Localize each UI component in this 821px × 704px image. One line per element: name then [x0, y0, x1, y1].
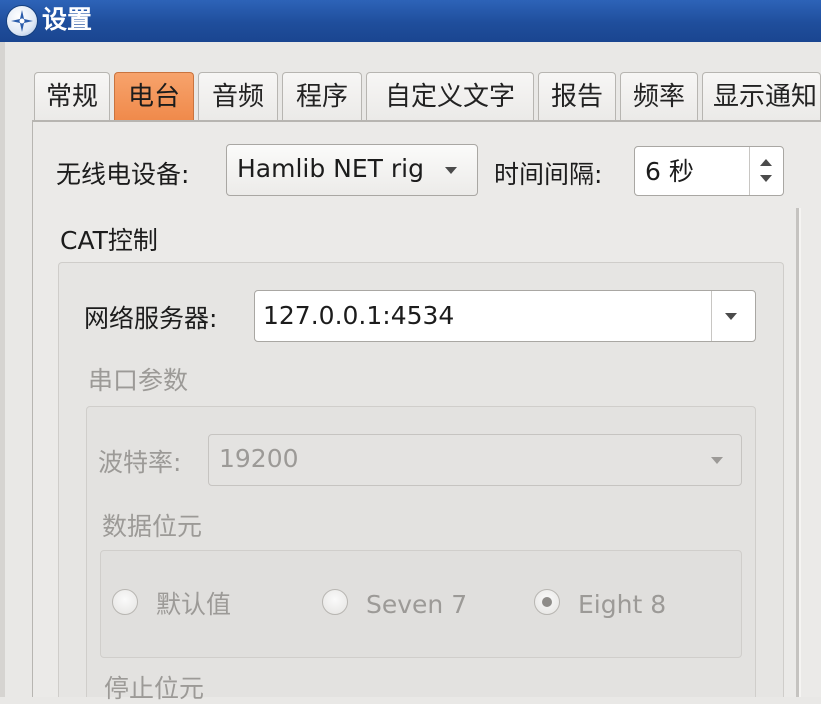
radio-seven[interactable]	[322, 589, 348, 615]
cat-control-title: CAT控制	[60, 226, 158, 255]
tab-notifications[interactable]: 显示通知	[702, 72, 821, 120]
tab-audio[interactable]: 音频	[198, 72, 278, 120]
data-bits-title: 数据位元	[102, 512, 203, 541]
combo-separator	[711, 291, 712, 341]
radio-device-select[interactable]: Hamlib NET rig	[226, 144, 478, 196]
arrow-down-icon[interactable]	[760, 175, 772, 182]
stop-bits-title: 停止位元	[104, 674, 205, 703]
scroll-area-divider-highlight	[799, 208, 801, 697]
tab-custom-text[interactable]: 自定义文字	[366, 72, 534, 120]
radio-eight-label: Eight 8	[578, 590, 667, 619]
chevron-down-icon	[711, 457, 723, 464]
chevron-down-icon[interactable]	[725, 313, 737, 320]
window-title: 设置	[42, 5, 93, 34]
radio-selected-dot	[542, 597, 552, 607]
tab-report[interactable]: 报告	[538, 72, 616, 120]
baud-rate-select[interactable]: 19200	[208, 434, 742, 486]
title-bar	[0, 0, 821, 42]
baud-rate-label: 波特率:	[98, 448, 182, 477]
serial-params-title: 串口参数	[88, 366, 189, 395]
radio-device-label: 无线电设备:	[56, 160, 190, 189]
arrow-up-icon[interactable]	[760, 159, 772, 166]
network-server-combo[interactable]: 127.0.0.1:4534	[254, 290, 756, 342]
tab-general[interactable]: 常规	[34, 72, 110, 120]
interval-value: 6 秒	[645, 157, 694, 186]
compass-icon	[6, 5, 38, 37]
tab-frequency[interactable]: 频率	[620, 72, 698, 120]
radio-seven-label: Seven 7	[366, 590, 468, 619]
interval-spinbox[interactable]: 6 秒	[634, 146, 784, 196]
interval-stepper[interactable]	[749, 147, 783, 195]
radio-default-label: 默认值	[156, 590, 232, 619]
radio-eight[interactable]	[534, 589, 560, 615]
network-server-value: 127.0.0.1:4534	[263, 301, 455, 330]
radio-device-value: Hamlib NET rig	[237, 154, 424, 183]
chevron-down-icon	[445, 167, 457, 174]
tab-radio[interactable]: 电台	[114, 72, 194, 120]
radio-default[interactable]	[112, 589, 138, 615]
baud-rate-value: 19200	[219, 444, 299, 473]
window-frame	[0, 42, 5, 697]
network-server-label: 网络服务器:	[84, 304, 218, 333]
interval-label: 时间间隔:	[494, 160, 603, 189]
tab-program[interactable]: 程序	[282, 72, 362, 120]
